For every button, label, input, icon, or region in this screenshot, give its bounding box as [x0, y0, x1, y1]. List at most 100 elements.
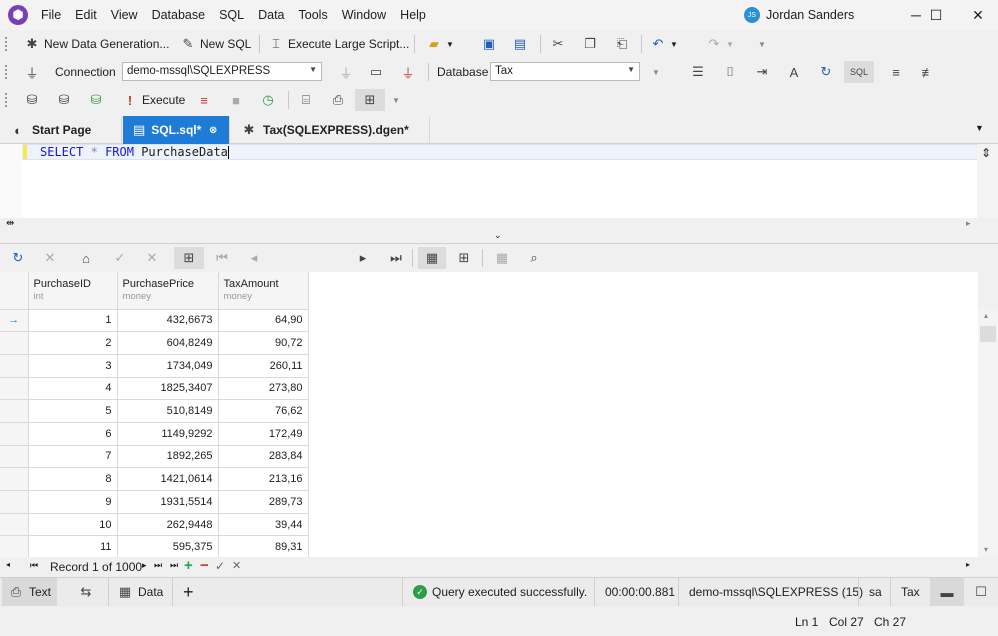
new-sql-button[interactable]: ✎ New SQL [180, 33, 252, 55]
table-cell[interactable]: 1825,3407 [117, 377, 219, 401]
grid-view-button[interactable]: ▦ [418, 247, 446, 269]
execute-current-button[interactable]: ≡ [196, 89, 212, 111]
last-record-icon[interactable]: ⏭ [154, 560, 162, 571]
paste-button[interactable]: ⎗ [614, 33, 630, 55]
table-cell[interactable]: 273,80 [218, 377, 309, 401]
tab-list-icon[interactable]: ▼ [975, 123, 984, 133]
parameters-button[interactable]: ⌷ [722, 61, 738, 83]
chevron-down-icon[interactable]: ⌄ [494, 230, 502, 241]
table-cell[interactable]: 11 [28, 535, 118, 557]
save-all-button[interactable]: ▤ [512, 33, 528, 55]
add-record-icon[interactable]: + [184, 557, 193, 574]
menu-database[interactable]: Database [145, 0, 213, 30]
first-page-button[interactable]: ⏮ [214, 247, 230, 269]
scroll-right-icon[interactable]: ▸ [966, 560, 970, 569]
panel-single-button[interactable]: ☐ [966, 578, 996, 606]
scroll-up-icon[interactable]: ▴ [984, 311, 988, 320]
card-view-button[interactable]: ⊞ [456, 247, 472, 269]
column-header-taxamount[interactable]: TaxAmount money [218, 272, 309, 310]
table-cell[interactable]: 510,8149 [117, 399, 219, 423]
next-record-icon[interactable]: ▸ [142, 560, 147, 571]
execute-button[interactable]: ! Execute [122, 89, 186, 111]
table-row[interactable]: 8 1421,0614 213,16 [0, 467, 309, 491]
toolbar3-overflow-button[interactable]: ▼ [392, 89, 400, 111]
table-cell[interactable]: 2 [28, 331, 118, 355]
save-button[interactable]: ▣ [481, 33, 497, 55]
refresh-button[interactable]: ↻ [818, 61, 834, 83]
table-cell[interactable]: 39,44 [218, 513, 309, 537]
row-indicator[interactable] [0, 513, 29, 537]
table-cell[interactable]: 1892,265 [117, 445, 219, 469]
database-select[interactable]: Tax ▼ [490, 62, 640, 81]
copy-button[interactable]: ❐ [582, 33, 598, 55]
table-row[interactable]: 3 1734,049 260,11 [0, 354, 309, 378]
split-horizontal-icon[interactable]: ⇹ [6, 218, 14, 229]
uppercase-button[interactable]: A [786, 61, 802, 83]
comment-button[interactable]: ≡ [888, 61, 904, 83]
last-page-record-icon[interactable]: ⏭ [170, 560, 178, 571]
scroll-right-icon[interactable]: ▸ [966, 218, 971, 229]
sql-mode-button[interactable]: SQL [844, 61, 874, 83]
profiler-button[interactable]: ⎙ [330, 89, 346, 111]
table-cell[interactable]: 7 [28, 445, 118, 469]
table-cell[interactable]: 10 [28, 513, 118, 537]
table-row[interactable]: 9 1931,5514 289,73 [0, 490, 309, 514]
table-row[interactable]: 4 1825,3407 273,80 [0, 377, 309, 401]
table-cell[interactable]: 595,375 [117, 535, 219, 557]
table-cell[interactable]: 89,31 [218, 535, 309, 557]
results-button[interactable]: ⊞ [355, 89, 385, 111]
tab-data-generator[interactable]: ✱ Tax(SQLEXPRESS).dgen* [231, 116, 430, 144]
row-indicator[interactable] [0, 490, 29, 514]
split-editor-icon[interactable]: ⇕ [981, 146, 991, 160]
scrollbar-thumb[interactable] [980, 326, 996, 342]
panel-bottom-button[interactable]: ▬ [930, 578, 964, 606]
grid-discard-button[interactable]: ✕ [144, 247, 160, 269]
db-button-1[interactable]: ⛁ [24, 89, 40, 111]
menu-window[interactable]: Window [335, 0, 393, 30]
last-page-button[interactable]: ⏭ [388, 247, 404, 269]
format-button[interactable]: ☰ [690, 61, 706, 83]
table-row[interactable]: 2 604,8249 90,72 [0, 331, 309, 355]
undo-button[interactable]: ↶ ▼ [650, 33, 678, 55]
table-cell[interactable]: 1 [28, 309, 118, 333]
table-cell[interactable]: 3 [28, 354, 118, 378]
sql-editor[interactable]: SELECT * FROM PurchaseData ⇕ [0, 144, 998, 218]
table-cell[interactable]: 8 [28, 467, 118, 491]
column-header-purchaseid[interactable]: PurchaseID int [28, 272, 118, 310]
close-window-button[interactable]: ✕ [958, 0, 998, 30]
new-connection-button[interactable]: ▭ [368, 61, 384, 83]
menu-edit[interactable]: Edit [68, 0, 104, 30]
menu-view[interactable]: View [104, 0, 145, 30]
row-indicator[interactable] [0, 354, 29, 378]
table-row[interactable]: 10 262,9448 39,44 [0, 513, 309, 537]
row-indicator[interactable] [0, 445, 29, 469]
previous-page-button[interactable]: ◂ [246, 247, 262, 269]
delete-record-icon[interactable]: − [200, 557, 209, 574]
table-cell[interactable]: 4 [28, 377, 118, 401]
table-cell[interactable]: 9 [28, 490, 118, 514]
toggle-panel-button[interactable]: ⇆ [78, 578, 94, 606]
disconnect-button[interactable]: ⏚ [400, 61, 416, 83]
table-cell[interactable]: 260,11 [218, 354, 309, 378]
table-row[interactable]: → 1 432,6673 64,90 [0, 309, 309, 333]
connect-disabled-button[interactable]: ⏚ [338, 61, 354, 83]
connect-button[interactable]: ⏚ [24, 61, 40, 83]
table-row[interactable]: 11 595,375 89,31 [0, 535, 309, 557]
stop-button[interactable]: ■ [228, 89, 244, 111]
table-cell[interactable]: 64,90 [218, 309, 309, 333]
grid-paging-button[interactable]: ⊞ [174, 247, 204, 269]
table-row[interactable]: 7 1892,265 283,84 [0, 445, 309, 469]
table-cell[interactable]: 76,62 [218, 399, 309, 423]
toolbar-overflow-button[interactable]: ▼ [758, 33, 766, 55]
editor-results-splitter[interactable]: ⌄ [0, 230, 998, 244]
menu-sql[interactable]: SQL [212, 0, 251, 30]
grid-refresh-button[interactable]: ↻ [10, 247, 26, 269]
next-page-button[interactable]: ▸ [355, 247, 371, 269]
cut-button[interactable]: ✂ [550, 33, 566, 55]
user-account[interactable]: JS Jordan Sanders [744, 6, 854, 24]
table-cell[interactable]: 1149,9292 [117, 422, 219, 446]
grid-cancel-button[interactable]: ✕ [42, 247, 58, 269]
table-cell[interactable]: 289,73 [218, 490, 309, 514]
open-file-button[interactable]: ▰ ▼ [426, 33, 454, 55]
row-indicator[interactable]: → [0, 309, 29, 333]
